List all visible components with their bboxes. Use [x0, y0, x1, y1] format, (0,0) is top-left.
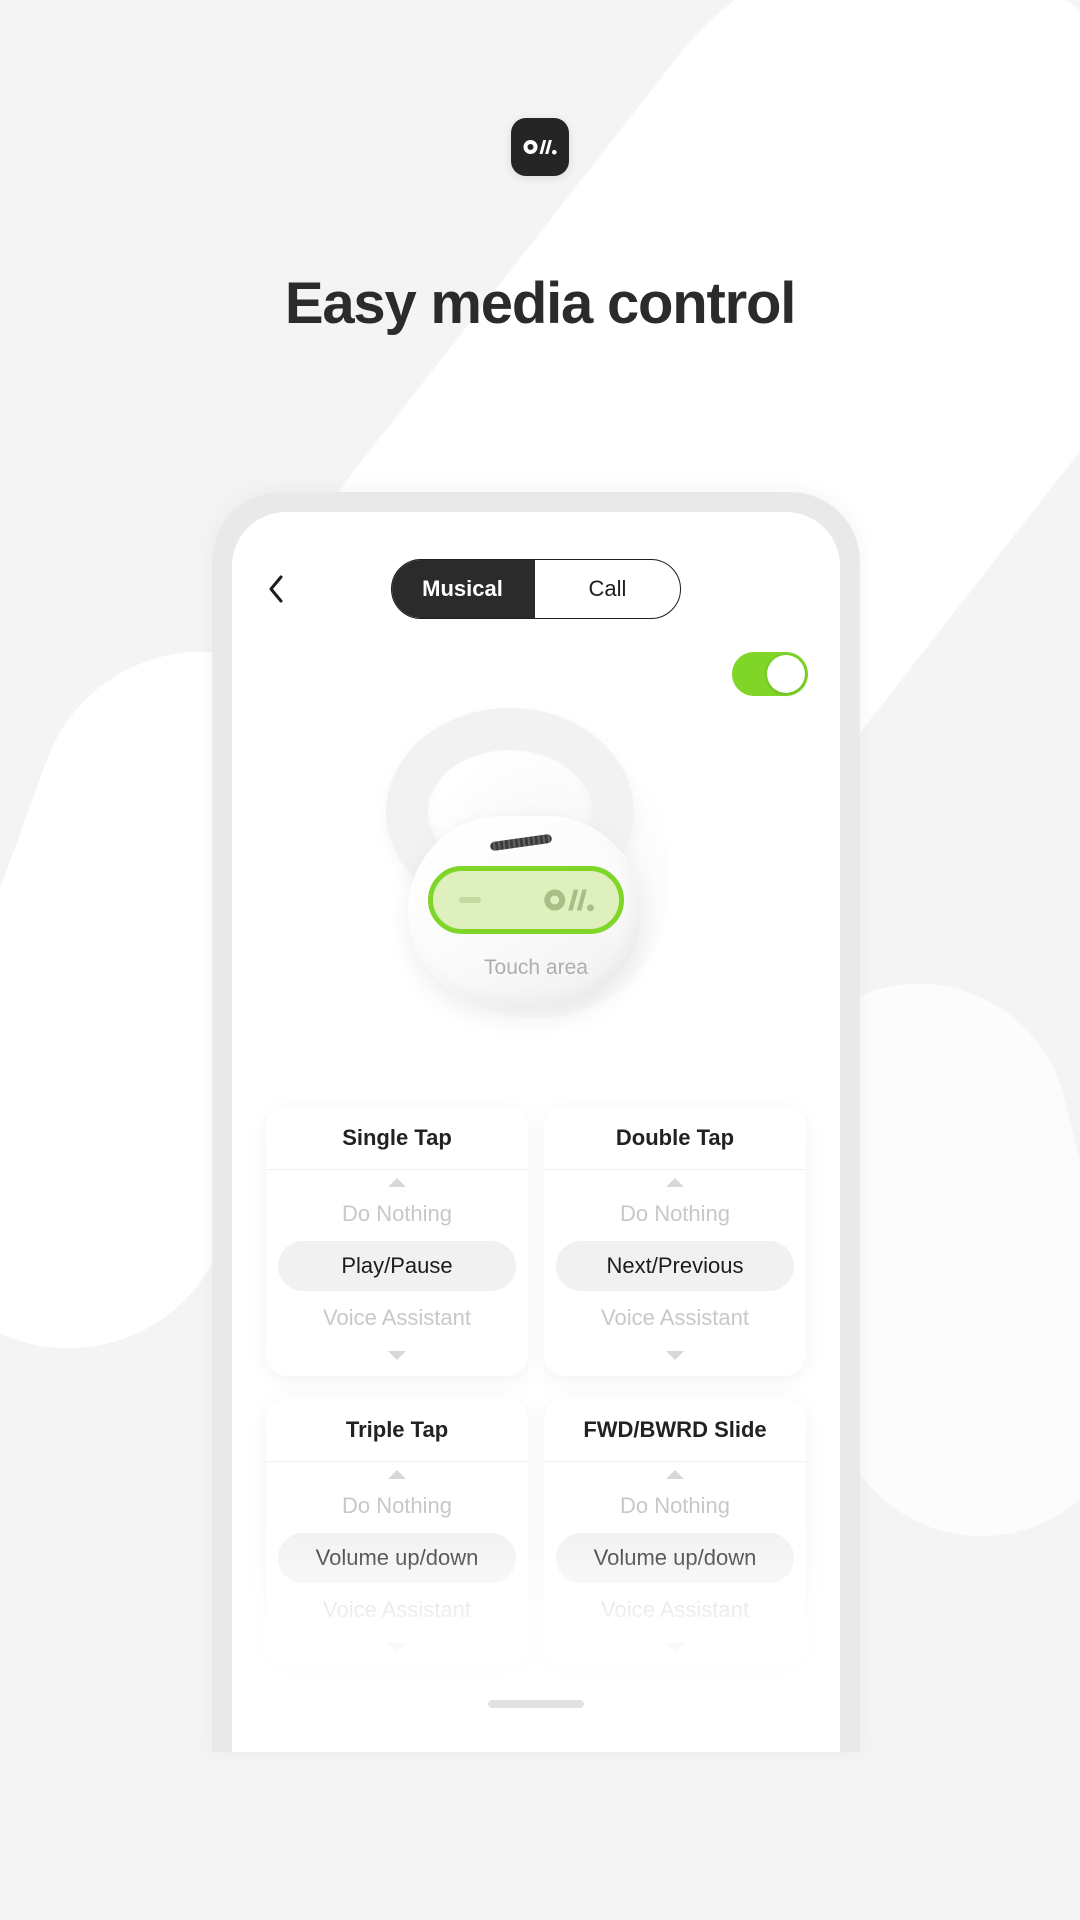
- earbud-graphic: Touch area: [366, 698, 706, 1038]
- chevron-left-icon: [269, 575, 283, 603]
- gesture-card-title: Single Tap: [266, 1106, 528, 1170]
- tab-musical-label: Musical: [422, 576, 503, 601]
- gesture-option-selected[interactable]: Volume up/down: [556, 1533, 794, 1583]
- mode-segmented-control[interactable]: Musical Call: [391, 559, 681, 619]
- gesture-card-triple-tap: Triple Tap Do Nothing Volume up/down Voi…: [266, 1398, 528, 1668]
- toggle-knob: [767, 655, 805, 693]
- phone-mockup: Musical Call Touch area Single Tap Do No…: [212, 492, 860, 1752]
- om-logo-icon: [511, 118, 569, 176]
- phone-screen: Musical Call Touch area Single Tap Do No…: [232, 512, 840, 1752]
- gesture-option[interactable]: Do Nothing: [266, 1189, 528, 1239]
- page-title: Easy media control: [284, 271, 796, 336]
- chevron-up-icon[interactable]: [544, 1462, 806, 1481]
- gesture-card-fwd-bwrd-slide: FWD/BWRD Slide Do Nothing Volume up/down…: [544, 1398, 806, 1668]
- gesture-option[interactable]: Voice Assistant: [266, 1585, 528, 1635]
- chevron-up-icon[interactable]: [266, 1462, 528, 1481]
- tab-call[interactable]: Call: [535, 560, 680, 618]
- gesture-option-selected[interactable]: Next/Previous: [556, 1241, 794, 1291]
- chevron-down-icon[interactable]: [266, 1635, 528, 1654]
- gesture-card-title: Double Tap: [544, 1106, 806, 1170]
- gesture-option[interactable]: Voice Assistant: [544, 1585, 806, 1635]
- tab-call-label: Call: [588, 576, 627, 601]
- gesture-option[interactable]: Do Nothing: [544, 1481, 806, 1531]
- gesture-option-selected[interactable]: Volume up/down: [278, 1533, 516, 1583]
- gesture-cards-grid: Single Tap Do Nothing Play/Pause Voice A…: [232, 1106, 840, 1668]
- chevron-down-icon[interactable]: [544, 1635, 806, 1654]
- gesture-card-single-tap: Single Tap Do Nothing Play/Pause Voice A…: [266, 1106, 528, 1376]
- chevron-up-icon[interactable]: [266, 1170, 528, 1189]
- tab-musical[interactable]: Musical: [392, 560, 535, 618]
- brand-logo: [0, 118, 1080, 176]
- chevron-up-icon[interactable]: [544, 1170, 806, 1189]
- chevron-down-icon[interactable]: [544, 1343, 806, 1362]
- gesture-option-selected[interactable]: Play/Pause: [278, 1241, 516, 1291]
- touch-area-dash: [459, 897, 481, 903]
- gesture-card-double-tap: Double Tap Do Nothing Next/Previous Voic…: [544, 1106, 806, 1376]
- gesture-enable-toggle[interactable]: [732, 652, 808, 696]
- app-topbar: Musical Call: [232, 554, 840, 624]
- gesture-option[interactable]: Voice Assistant: [266, 1293, 528, 1343]
- touch-area-highlight[interactable]: [428, 866, 624, 934]
- home-indicator[interactable]: [488, 1700, 584, 1708]
- touch-area-label: Touch area: [484, 956, 588, 979]
- gesture-option[interactable]: Do Nothing: [544, 1189, 806, 1239]
- gesture-card-title: FWD/BWRD Slide: [544, 1398, 806, 1462]
- gesture-option[interactable]: Voice Assistant: [544, 1293, 806, 1343]
- gesture-card-title: Triple Tap: [266, 1398, 528, 1462]
- om-logo-icon-touch: [544, 889, 594, 912]
- chevron-down-icon[interactable]: [266, 1343, 528, 1362]
- earbud-illustration: Touch area: [232, 698, 840, 1068]
- back-button[interactable]: [254, 567, 298, 611]
- gesture-option[interactable]: Do Nothing: [266, 1481, 528, 1531]
- promo-page: Easy media control Musical Call Touch ar…: [0, 0, 1080, 1920]
